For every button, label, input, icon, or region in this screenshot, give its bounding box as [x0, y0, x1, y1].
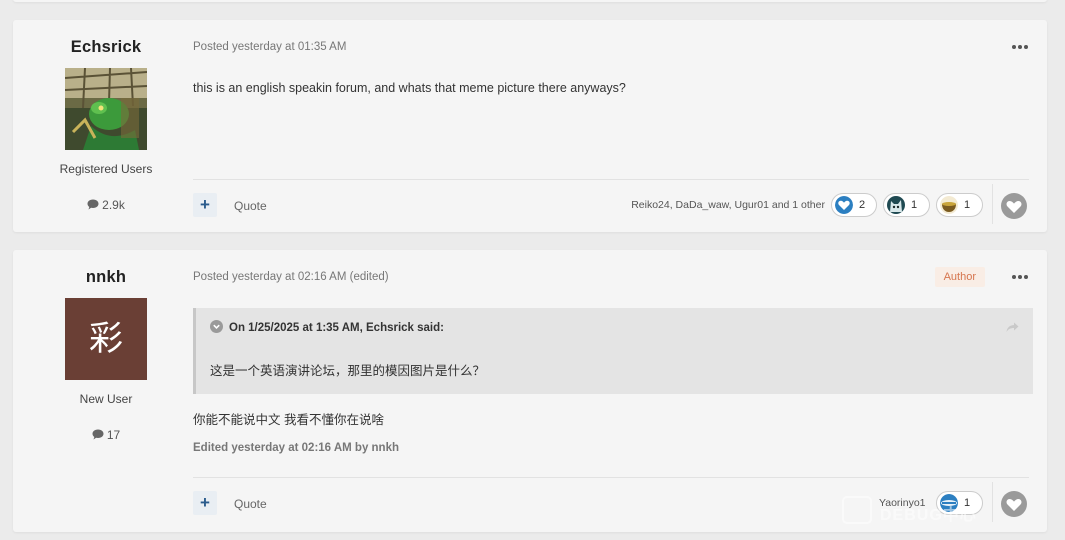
- quote-text: 这是一个英语演讲论坛，那里的模因图片是什么？: [210, 364, 486, 378]
- react-button[interactable]: [1001, 193, 1027, 219]
- post-echsrick: Echsrick Registered Users 2.9k Posted ye…: [13, 20, 1047, 232]
- user-group: New User: [79, 392, 133, 406]
- comment-bubble-icon: [92, 429, 104, 443]
- post-count-value: 17: [106, 428, 121, 442]
- user-group: Registered Users: [59, 162, 153, 176]
- more-options-icon[interactable]: [1011, 270, 1029, 284]
- author-badge: Author: [934, 267, 985, 287]
- bowl-reaction-icon: [940, 196, 958, 214]
- avatar[interactable]: 彩: [65, 298, 147, 380]
- reaction-count: 1: [964, 199, 971, 211]
- post-timestamp[interactable]: Posted yesterday at 01:35 AM: [193, 41, 346, 53]
- watermark: DEBUG中心: [842, 494, 1052, 526]
- reactors-list[interactable]: Reiko24, DaDa_waw, Ugur01 and 1 other: [631, 199, 825, 211]
- reaction-separator: [992, 184, 993, 224]
- post-count[interactable]: 17: [13, 428, 199, 443]
- heart-reaction-icon: [835, 196, 853, 214]
- multiquote-plus-button[interactable]: +: [193, 491, 217, 515]
- avatar[interactable]: [64, 67, 148, 150]
- comment-bubble-icon: [87, 199, 99, 213]
- collapse-chevron-icon[interactable]: [210, 320, 223, 333]
- reaction-count: 2: [859, 199, 866, 211]
- author-username[interactable]: Echsrick: [13, 38, 199, 57]
- post-divider: [193, 477, 1029, 478]
- post-content: this is an english speakin forum, and wh…: [193, 81, 626, 95]
- edited-note: Edited yesterday at 02:16 AM by nnkh: [193, 442, 400, 454]
- quoted-post: On 1/25/2025 at 1:35 AM, Echsrick said: …: [193, 308, 1033, 394]
- post-count[interactable]: 2.9k: [13, 198, 199, 213]
- quote-header: On 1/25/2025 at 1:35 AM, Echsrick said:: [229, 322, 444, 334]
- share-arrow-icon[interactable]: [1006, 320, 1019, 338]
- multiquote-plus-button[interactable]: +: [193, 193, 217, 217]
- reaction-heart[interactable]: 2: [831, 193, 877, 217]
- watermark-text: DEBUG中心: [880, 507, 977, 524]
- reaction-cat[interactable]: 1: [883, 193, 930, 217]
- heart-icon: [1006, 201, 1022, 213]
- post-content: 你能不能说中文 我看不懂你在说啥: [193, 413, 384, 427]
- cat-reaction-icon: [887, 196, 905, 214]
- quote-link[interactable]: Quote: [234, 497, 267, 511]
- reaction-count: 1: [911, 199, 918, 211]
- post-count-value: 2.9k: [102, 198, 125, 212]
- quote-citation[interactable]: On 1/25/2025 at 1:35 AM, Echsrick said:: [210, 320, 444, 334]
- more-options-icon[interactable]: [1011, 40, 1029, 54]
- watermark-logo-icon: [842, 496, 872, 524]
- previous-post-edge: [13, 0, 1047, 2]
- quote-link[interactable]: Quote: [234, 199, 267, 213]
- post-nnkh: nnkh 彩 New User 17 Posted yesterday at 0…: [13, 250, 1047, 532]
- reaction-bowl[interactable]: 1: [936, 193, 983, 217]
- author-username[interactable]: nnkh: [13, 268, 199, 287]
- post-timestamp[interactable]: Posted yesterday at 02:16 AM (edited): [193, 271, 389, 283]
- post-divider: [193, 179, 1029, 180]
